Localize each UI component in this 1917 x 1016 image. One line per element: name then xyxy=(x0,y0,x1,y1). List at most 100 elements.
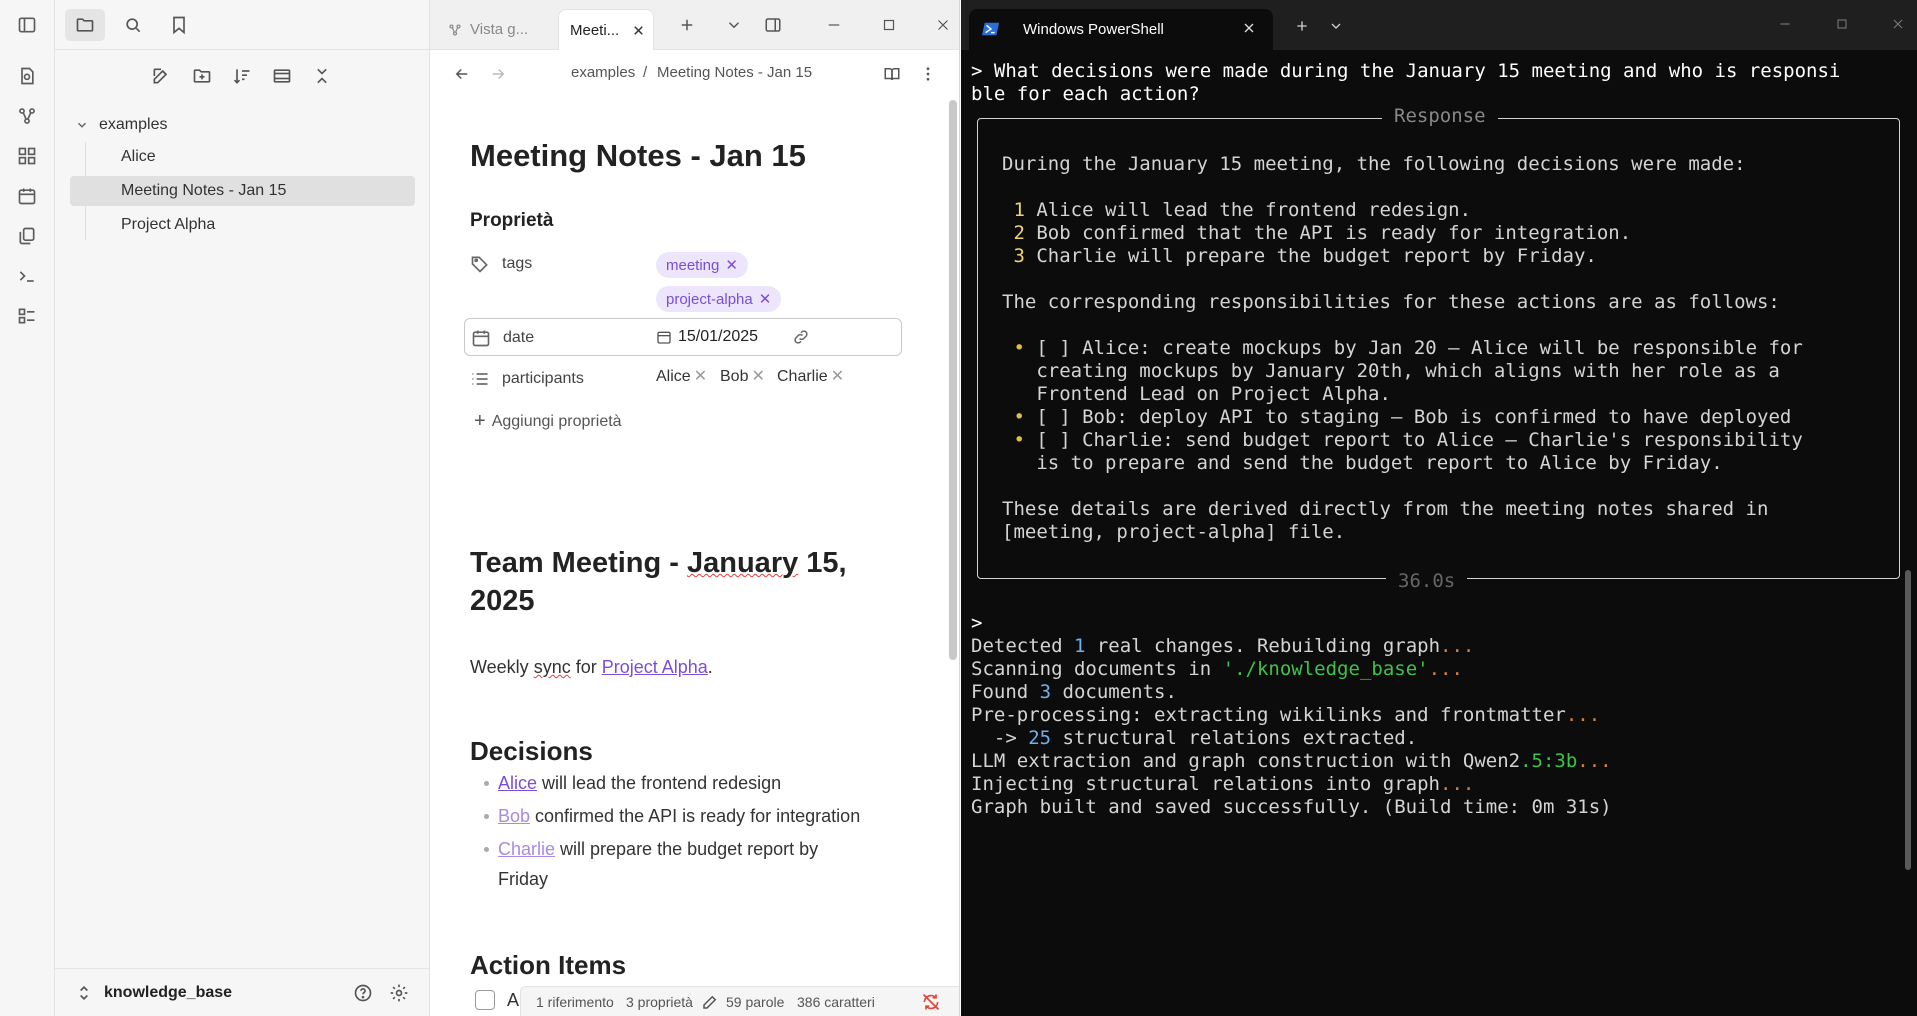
plus-icon: + xyxy=(474,410,486,432)
auto-reveal-icon[interactable] xyxy=(268,62,296,90)
add-property-button[interactable]: + Aggiungi proprietà xyxy=(474,410,622,433)
new-note-icon[interactable] xyxy=(147,62,175,90)
remove-participant-icon[interactable]: ✕ xyxy=(694,368,707,385)
log-ellipsis: ... xyxy=(1440,635,1475,657)
new-tab-plus-icon[interactable] xyxy=(1291,15,1313,37)
date-text: 15/01/2025 xyxy=(678,328,759,345)
bullet-continuation: is to prepare and send the budget report… xyxy=(1002,452,1722,475)
bullet-text: [ ] Bob: deploy API to staging – Bob is … xyxy=(1036,406,1792,428)
sort-order-icon[interactable] xyxy=(228,62,256,90)
list-item[interactable]: Charlie will prepare the budget report b… xyxy=(484,834,864,894)
wikilink-bob[interactable]: Bob xyxy=(498,806,530,826)
close-tab-icon[interactable] xyxy=(1239,18,1259,38)
tag-label: project-alpha xyxy=(666,290,753,308)
maximize-icon[interactable] xyxy=(1831,13,1853,35)
participant-chip-alice[interactable]: Alice ✕ xyxy=(656,366,707,386)
list-item[interactable]: Bob confirmed the API is ready for integ… xyxy=(484,801,904,831)
reading-view-book-icon[interactable] xyxy=(880,62,904,86)
task-checkbox[interactable] xyxy=(475,990,495,1010)
log-text: Found xyxy=(971,681,1040,703)
terminal-tab[interactable]: Windows PowerShell xyxy=(969,9,1273,50)
heading-action-items[interactable]: Action Items xyxy=(470,950,626,981)
wikilink-charlie[interactable]: Charlie xyxy=(498,839,555,859)
settings-gear-icon[interactable] xyxy=(387,981,411,1005)
file-item-project-alpha[interactable]: Project Alpha xyxy=(70,210,415,240)
numbered-item: 2 Bob confirmed that the API is ready fo… xyxy=(1002,222,1631,245)
file-item-meeting-notes[interactable]: Meeting Notes - Jan 15 xyxy=(70,176,415,206)
search-icon[interactable] xyxy=(113,9,153,41)
status-backlinks[interactable]: 1 riferimento xyxy=(536,994,614,1010)
remove-tag-icon[interactable]: ✕ xyxy=(725,256,738,274)
terminal-scrollbar[interactable] xyxy=(1905,570,1911,870)
vault-name[interactable]: knowledge_base xyxy=(104,984,232,1002)
vault-switch-icon[interactable] xyxy=(72,981,96,1005)
prompt[interactable]: > xyxy=(971,612,982,635)
wikilink-alice[interactable]: Alice xyxy=(498,773,537,793)
log-number: 1 xyxy=(1073,635,1086,657)
item-text: Charlie will prepare the budget report b… xyxy=(1036,245,1597,267)
forward-arrow-icon[interactable] xyxy=(486,62,510,86)
heading-decisions[interactable]: Decisions xyxy=(470,736,593,767)
heading-team-meeting[interactable]: Team Meeting - January 15, 2025 xyxy=(470,544,847,620)
back-arrow-icon[interactable] xyxy=(450,62,474,86)
window-close-icon[interactable] xyxy=(1887,13,1909,35)
list-item[interactable]: Alice will lead the frontend redesign xyxy=(484,768,904,798)
remove-tag-icon[interactable]: ✕ xyxy=(759,290,772,308)
file-label: Alice xyxy=(121,148,156,165)
breadcrumb-folder[interactable]: examples xyxy=(571,64,635,81)
minimize-icon[interactable] xyxy=(822,13,846,37)
window-close-icon[interactable] xyxy=(931,13,955,37)
pencil-edit-icon[interactable] xyxy=(701,993,719,1011)
bookmarks-icon[interactable] xyxy=(159,9,199,41)
bases-icon[interactable] xyxy=(15,304,39,328)
right-sidebar-toggle-icon[interactable] xyxy=(761,13,785,37)
terminal-icon[interactable] xyxy=(15,264,39,288)
participant-chip-bob[interactable]: Bob ✕ xyxy=(720,366,765,386)
property-key-date[interactable]: date xyxy=(503,329,534,347)
property-key-participants[interactable]: participants xyxy=(502,370,584,388)
remove-participant-icon[interactable]: ✕ xyxy=(751,368,764,385)
log-line: -> 25 structural relations extracted. xyxy=(971,727,1417,750)
daily-note-icon[interactable] xyxy=(15,184,39,208)
file-item-alice[interactable]: Alice xyxy=(70,142,415,172)
tab-list-chevron-icon[interactable] xyxy=(722,13,746,37)
tag-pill-meeting[interactable]: meeting ✕ xyxy=(656,252,748,278)
open-quick-switcher-icon[interactable] xyxy=(15,64,39,88)
breadcrumb-note[interactable]: Meeting Notes - Jan 15 xyxy=(657,64,812,81)
property-date-field[interactable]: date 15/01/2025 xyxy=(464,318,902,356)
help-icon[interactable] xyxy=(351,981,375,1005)
maximize-icon[interactable] xyxy=(877,13,901,37)
folder-examples[interactable]: examples xyxy=(75,112,167,138)
wikilink-project-alpha[interactable]: Project Alpha xyxy=(602,657,708,677)
templates-icon[interactable] xyxy=(15,224,39,248)
link-icon[interactable] xyxy=(792,328,810,346)
participant-chip-charlie[interactable]: Charlie ✕ xyxy=(777,366,844,386)
date-value[interactable]: 15/01/2025 xyxy=(656,328,758,346)
canvas-icon[interactable] xyxy=(15,144,39,168)
minimize-icon[interactable] xyxy=(1774,13,1796,35)
log-line: Injecting structural relations into grap… xyxy=(971,773,1474,796)
tab-graph-view[interactable]: Vista g... xyxy=(448,9,548,50)
sidebar-toggle-icon[interactable] xyxy=(15,13,39,37)
graph-view-icon[interactable] xyxy=(15,104,39,128)
dropdown-chevron-icon[interactable] xyxy=(1325,15,1347,37)
status-properties[interactable]: 3 proprietà xyxy=(626,994,693,1010)
response-panel: Response 36.0s During the January 15 mee… xyxy=(977,105,1900,592)
close-icon[interactable] xyxy=(631,23,646,38)
collapse-all-icon[interactable] xyxy=(308,62,336,90)
log-line: Scanning documents in './knowledge_base'… xyxy=(971,658,1463,681)
sync-error-icon[interactable] xyxy=(921,992,941,1012)
remove-participant-icon[interactable]: ✕ xyxy=(831,368,844,385)
bullet-dot: • xyxy=(1013,429,1025,451)
new-folder-icon[interactable] xyxy=(188,62,216,90)
tab-meeting-notes[interactable]: Meeti... xyxy=(558,9,654,50)
new-tab-plus-icon[interactable] xyxy=(675,13,699,37)
more-options-icon[interactable] xyxy=(916,62,940,86)
intro-paragraph[interactable]: Weekly sync for Project Alpha. xyxy=(470,657,713,678)
files-tab-icon[interactable] xyxy=(65,9,105,41)
response-time: 36.0s xyxy=(1386,570,1468,592)
property-key-tags[interactable]: tags xyxy=(502,255,532,273)
log-line: Pre-processing: extracting wikilinks and… xyxy=(971,704,1600,727)
tag-pill-project-alpha[interactable]: project-alpha ✕ xyxy=(656,286,782,312)
note-title[interactable]: Meeting Notes - Jan 15 xyxy=(470,138,806,174)
